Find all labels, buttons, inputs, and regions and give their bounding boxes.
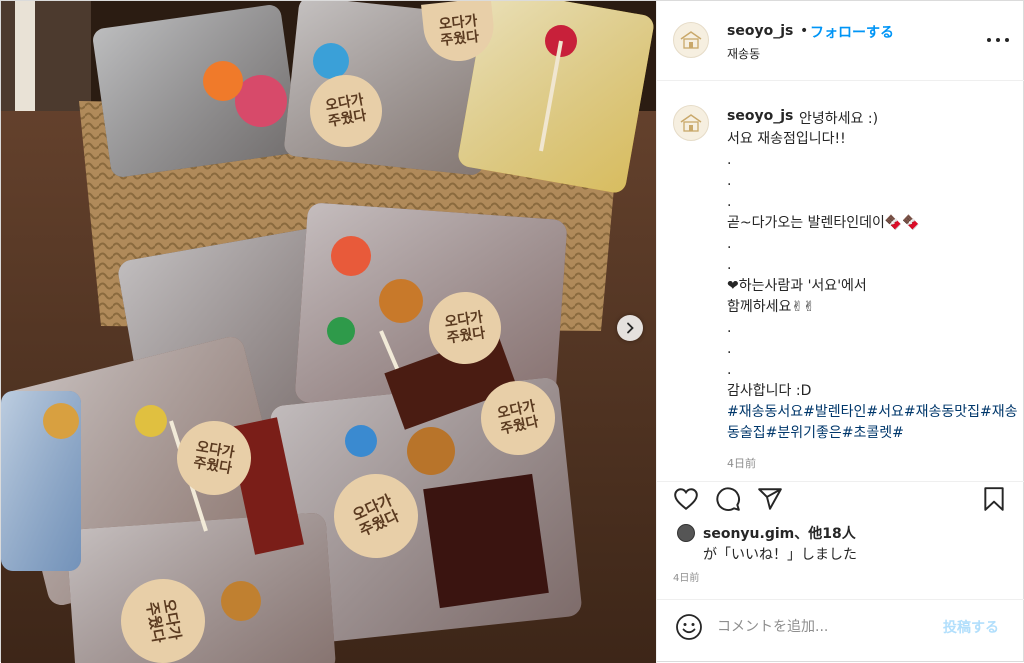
- caption-line: .: [727, 362, 732, 378]
- caption-line: 감사합니다 :D: [727, 383, 812, 399]
- likes-suffix: が「いいね！」しました: [703, 547, 857, 563]
- likes-line: seonyu.gim、他18人: [703, 523, 856, 543]
- caption-line: ❤하는사람과 '서요'에서: [727, 278, 867, 294]
- caption-text: 서요 재송점입니다!! . . . 곧~다가오는 발렌타인데이🍫🍫 . . ❤하…: [727, 129, 1017, 402]
- hashtags[interactable]: #재송동서요#발렌타인#서요#재송동맛집#재송동술집#분위기좋은#초콜렛#: [727, 402, 1019, 444]
- caption-first-line: 안녕하세요 :): [799, 111, 879, 127]
- smile-icon: [676, 614, 702, 640]
- caption-line: .: [727, 173, 732, 189]
- instagram-post: 오다가 주웠다 오다가 주웠다 오다가 주웠다 오다가 주웠다 오다가 주웠다 …: [0, 0, 1024, 663]
- share-icon: [758, 488, 782, 510]
- share-button[interactable]: [757, 486, 787, 516]
- follow-button[interactable]: フォローする: [810, 22, 894, 42]
- likes-others[interactable]: 、他18人: [794, 526, 855, 542]
- like-button[interactable]: [673, 486, 703, 516]
- caption-username[interactable]: seoyo_js: [727, 108, 793, 124]
- post-caption: seoyo_js 안녕하세요 :) 서요 재송점입니다!! . . . 곧~다가…: [657, 81, 1024, 481]
- likes-summary: seonyu.gim、他18人 が「いいね！」しました 4日前: [657, 521, 1024, 584]
- comment-icon: [716, 487, 740, 511]
- comment-button[interactable]: [715, 486, 745, 516]
- username-link[interactable]: seoyo_js: [727, 23, 793, 39]
- caption-line: 서요 재송점입니다!!: [727, 131, 846, 147]
- avatar[interactable]: [673, 22, 709, 58]
- post-sidebar: seoyo_js • フォローする 재송동 seoyo_js 안녕하세요 :): [656, 1, 1024, 663]
- caption-avatar[interactable]: [673, 105, 709, 141]
- more-options-icon[interactable]: [987, 32, 1009, 48]
- bookmark-icon: [984, 487, 1004, 511]
- post-header: seoyo_js • フォローする 재송동: [657, 1, 1024, 81]
- sticker-line2: 주웠다: [439, 28, 480, 49]
- store-logo-icon: [680, 31, 702, 49]
- post-comment-button[interactable]: 投稿する: [943, 617, 999, 637]
- more-dot: [987, 38, 991, 42]
- caption-line: .: [727, 194, 732, 210]
- action-bar: [657, 481, 1024, 521]
- caption-line: .: [727, 236, 732, 252]
- separator-dot: •: [800, 23, 809, 39]
- heart-icon: [674, 488, 698, 510]
- emoji-button[interactable]: [675, 613, 703, 641]
- liker-avatar[interactable]: [677, 524, 695, 542]
- caption-line: 함께하세요✌✌: [727, 299, 815, 315]
- more-dot: [996, 38, 1000, 42]
- location-link[interactable]: 재송동: [727, 45, 760, 62]
- caption-timestamp: 4日前: [727, 457, 756, 470]
- comment-input[interactable]: [717, 612, 927, 642]
- chevron-right-icon: [627, 322, 634, 334]
- comment-bar: 投稿する: [657, 599, 1024, 663]
- store-logo-icon: [680, 114, 702, 132]
- more-dot: [1005, 38, 1009, 42]
- next-photo-button[interactable]: [617, 315, 643, 341]
- caption-line: 곧~다가오는 발렌타인데이🍫🍫: [727, 215, 920, 231]
- caption-line: .: [727, 152, 732, 168]
- caption-line: .: [727, 320, 732, 336]
- post-photo[interactable]: 오다가 주웠다 오다가 주웠다 오다가 주웠다 오다가 주웠다 오다가 주웠다 …: [1, 1, 656, 663]
- liker-username[interactable]: seonyu.gim: [703, 526, 794, 542]
- save-button[interactable]: [981, 486, 1011, 516]
- post-timestamp: 4日前: [673, 573, 700, 584]
- caption-line: .: [727, 341, 732, 357]
- caption-line: .: [727, 257, 732, 273]
